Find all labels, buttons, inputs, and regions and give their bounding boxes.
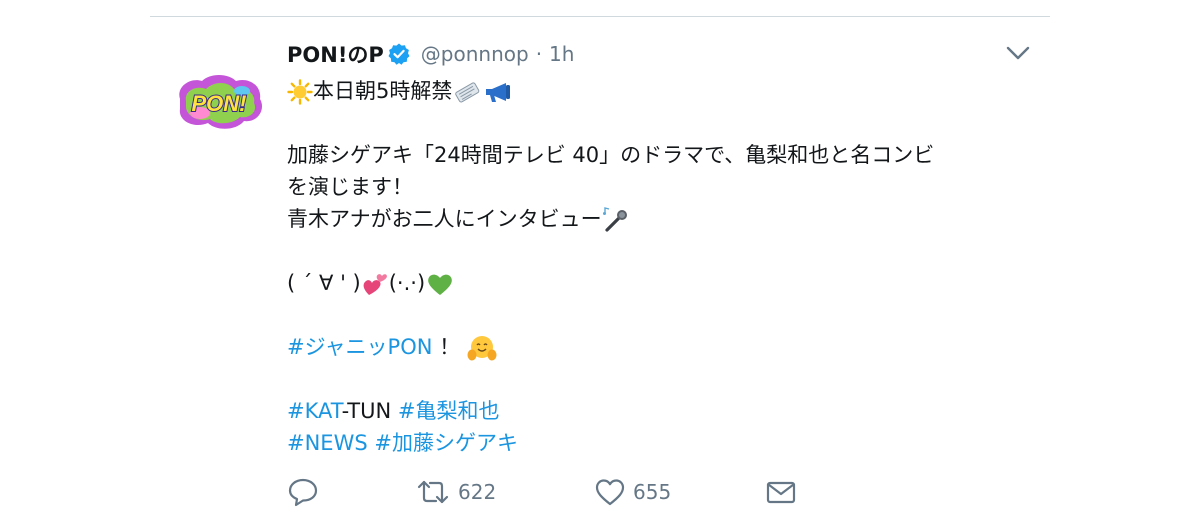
direct-message-button[interactable]	[765, 475, 797, 509]
envelope-icon	[765, 477, 797, 507]
tweet-text: 本日朝5時解禁 加藤シゲアキ「24時間テレビ 40」のドラマで、亀梨和也と名コン…	[287, 75, 1047, 459]
kaomoji-1: ( ´ ∀ ' )	[287, 271, 361, 295]
avatar[interactable]: PON!	[172, 69, 266, 135]
megaphone-emoji	[482, 79, 514, 105]
retweet-button[interactable]: 622	[415, 475, 496, 509]
meta-separator: ·	[535, 42, 543, 66]
like-count: 655	[633, 480, 672, 504]
exclamation-text: ！	[439, 335, 461, 359]
announcement-text: 本日朝5時解禁	[313, 79, 453, 103]
hashtag-kat-tun-suffix: -TUN	[341, 399, 392, 423]
heart-icon	[594, 477, 626, 507]
text-line-1: 本日朝5時解禁	[287, 75, 1047, 107]
text-line-4: 青木アナがお二人にインタビュー	[287, 203, 1047, 235]
tweet-timestamp[interactable]: 1h	[549, 42, 574, 66]
hashtag-kato[interactable]: #加藤シゲアキ	[374, 431, 518, 455]
like-button[interactable]: 655	[594, 475, 671, 509]
retweet-count: 622	[458, 480, 497, 504]
verified-badge-icon	[387, 42, 411, 66]
text-line-6: #ジャニッPON ！	[287, 331, 1047, 363]
hugging-face-emoji	[467, 334, 497, 362]
text-line-3: を演じます！	[287, 175, 413, 199]
hashtag-kamenashi[interactable]: #亀梨和也	[398, 399, 500, 423]
newspaper-emoji	[452, 79, 482, 105]
two-hearts-emoji	[361, 271, 389, 297]
hashtag-janippon[interactable]: #ジャニッPON	[287, 335, 432, 359]
green-heart-emoji	[425, 271, 455, 297]
chevron-down-icon[interactable]	[1004, 41, 1032, 65]
author-name[interactable]: PON!のP	[287, 39, 384, 69]
hashtag-news[interactable]: #NEWS	[287, 431, 368, 455]
reply-icon	[287, 477, 319, 507]
text-line-8: #NEWS #加藤シゲアキ	[287, 427, 1047, 459]
reply-button[interactable]	[287, 475, 319, 509]
interview-text: 青木アナがお二人にインタビュー	[287, 207, 602, 231]
text-line-5: ( ´ ∀ ' ) (·.·)	[287, 267, 1047, 299]
retweet-icon	[415, 477, 451, 507]
microphone-emoji	[602, 207, 632, 233]
avatar-logo-text: PON!	[192, 91, 247, 116]
hashtag-kat[interactable]: #KAT	[287, 399, 342, 423]
sun-emoji	[287, 79, 313, 105]
tweet[interactable]: PON! PON!のP @ponnnop · 1h 本日朝5時解禁 加藤シゲアキ…	[150, 17, 1050, 529]
author-handle[interactable]: @ponnnop	[421, 42, 529, 66]
tweet-actions: 622 655	[287, 475, 807, 509]
kaomoji-2: (·.·)	[388, 271, 426, 295]
text-line-2: 加藤シゲアキ「24時間テレビ 40」のドラマで、亀梨和也と名コンビ	[287, 143, 935, 167]
text-line-7: #KAT-TUN #亀梨和也	[287, 395, 1047, 427]
tweet-header: PON!のP @ponnnop · 1h	[287, 39, 574, 69]
